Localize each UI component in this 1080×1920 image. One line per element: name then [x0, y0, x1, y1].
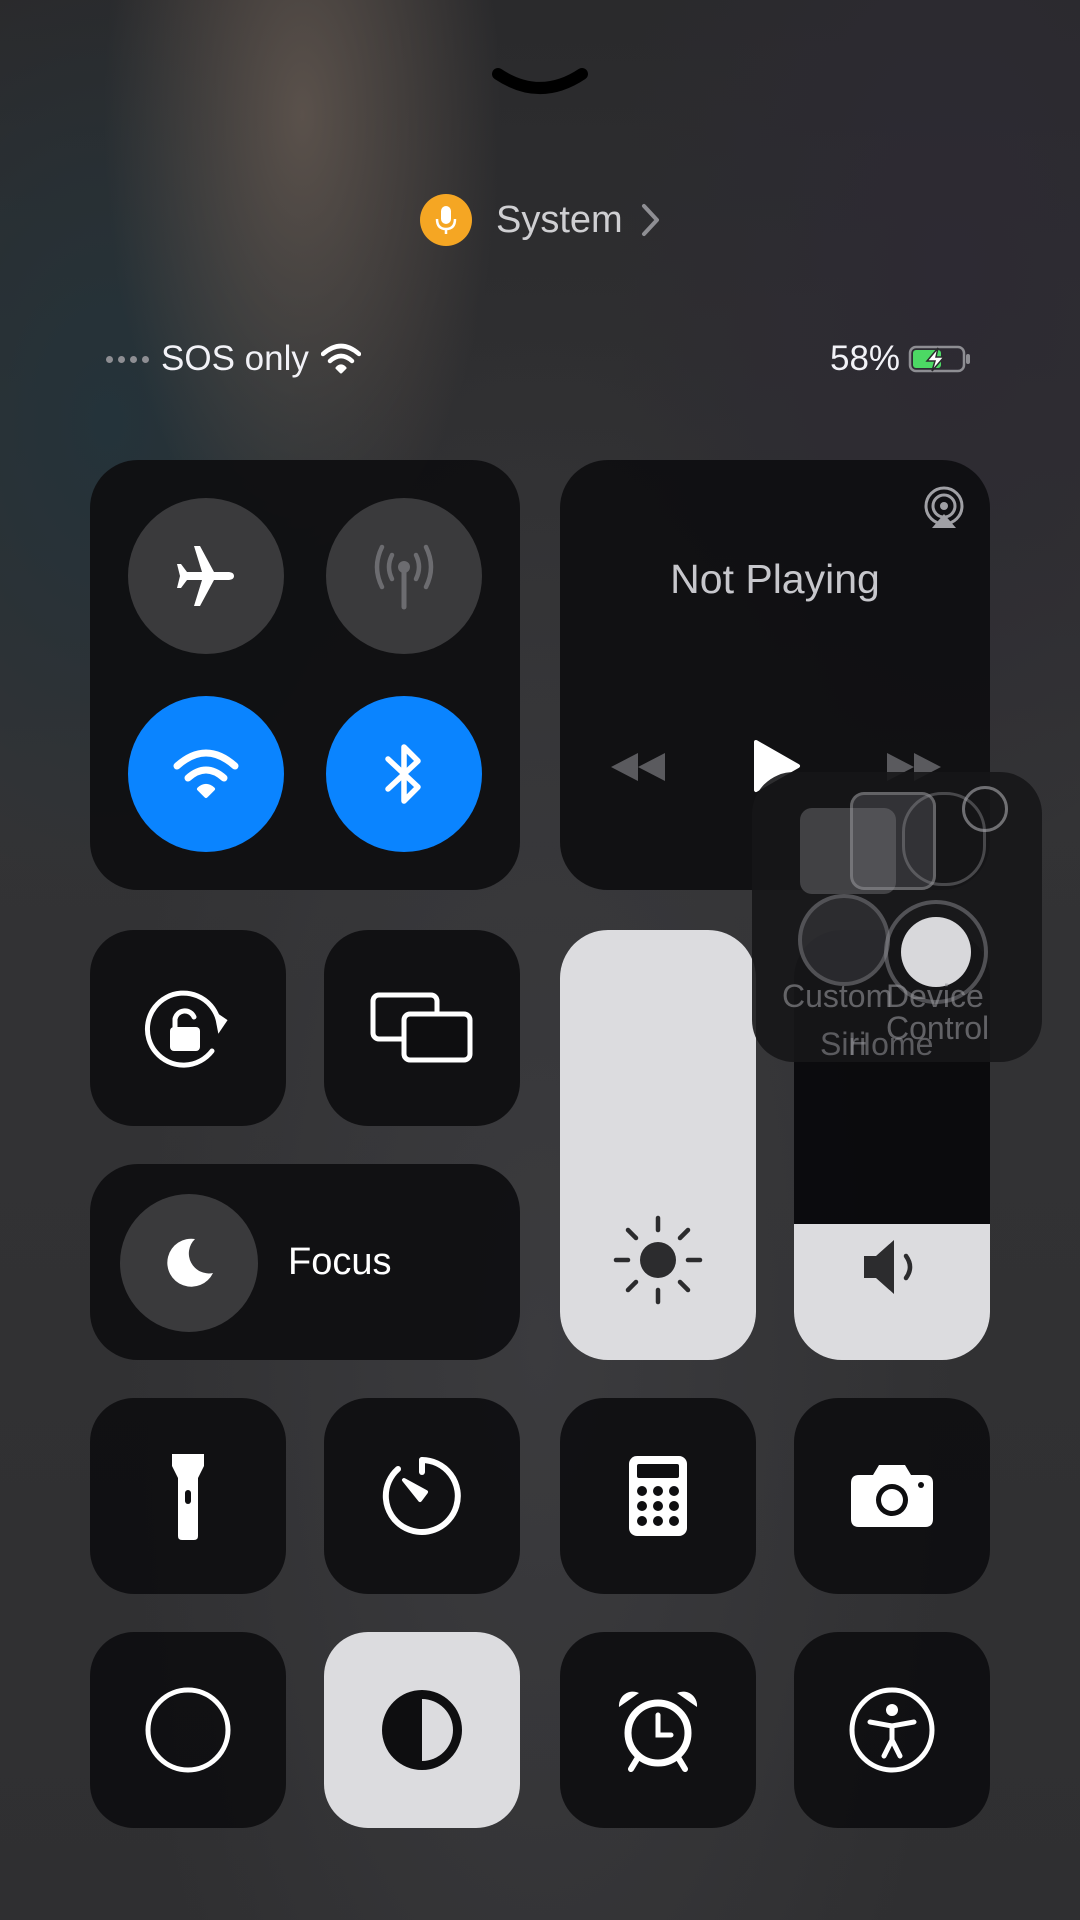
rotation-lock-icon — [90, 930, 286, 1126]
cellular-data-toggle[interactable] — [326, 498, 482, 654]
wifi-toggle[interactable] — [128, 696, 284, 852]
airplane-mode-toggle[interactable] — [128, 498, 284, 654]
dark-mode-icon — [324, 1632, 520, 1828]
siri-icon[interactable] — [798, 894, 890, 986]
battery-charging-icon — [908, 344, 972, 374]
status-bar-left: SOS only — [106, 334, 361, 384]
carrier-label: SOS only — [161, 339, 309, 378]
calculator-icon — [560, 1398, 756, 1594]
camera-button[interactable] — [794, 1398, 990, 1594]
dismiss-chevron-icon[interactable] — [490, 66, 590, 100]
wifi-icon — [173, 748, 239, 800]
dark-mode-toggle[interactable] — [324, 1632, 520, 1828]
flashlight-button[interactable] — [90, 1398, 286, 1594]
privacy-indicator-label: System — [496, 198, 623, 241]
status-bar-right: 58% — [830, 334, 972, 384]
now-playing-title: Not Playing — [670, 556, 880, 602]
bluetooth-toggle[interactable] — [326, 696, 482, 852]
alarm-button[interactable] — [560, 1632, 756, 1828]
airplay-icon[interactable] — [922, 486, 966, 530]
microphone-icon — [420, 194, 472, 246]
sun-icon — [612, 1214, 704, 1306]
speaker-icon — [860, 1236, 924, 1298]
assistive-touch-menu[interactable]: Custom Device Control Siri Home — [752, 772, 1042, 1062]
accessibility-icon — [794, 1632, 990, 1828]
privacy-indicator[interactable]: System — [420, 194, 661, 246]
record-circle-icon — [90, 1632, 286, 1828]
flashlight-icon — [90, 1398, 286, 1594]
focus-button[interactable]: Focus — [90, 1164, 520, 1360]
menu-label-home: Home — [848, 1026, 934, 1062]
chevron-right-icon — [641, 203, 661, 237]
signal-dots-icon — [106, 355, 149, 363]
wifi-status-icon — [320, 343, 361, 375]
alarm-clock-icon — [560, 1632, 756, 1828]
menu-label-custom: Custom — [782, 978, 893, 1014]
clock-badge-icon — [962, 786, 1008, 832]
brightness-slider[interactable] — [560, 930, 756, 1360]
accessibility-button[interactable] — [794, 1632, 990, 1828]
timer-icon — [324, 1398, 520, 1594]
antenna-icon — [372, 541, 436, 611]
airplane-icon — [173, 545, 239, 607]
battery-percent: 58% — [830, 339, 901, 378]
timer-button[interactable] — [324, 1398, 520, 1594]
orientation-lock-toggle[interactable] — [90, 930, 286, 1126]
moon-icon — [120, 1194, 258, 1332]
camera-icon — [794, 1398, 990, 1594]
screen-recording-button[interactable] — [90, 1632, 286, 1828]
rewind-icon[interactable] — [608, 750, 668, 784]
bluetooth-icon — [382, 741, 426, 807]
focus-label: Focus — [288, 1241, 392, 1283]
calculator-button[interactable] — [560, 1398, 756, 1594]
screen-mirroring-button[interactable] — [324, 930, 520, 1126]
screen-mirroring-icon — [324, 930, 520, 1126]
